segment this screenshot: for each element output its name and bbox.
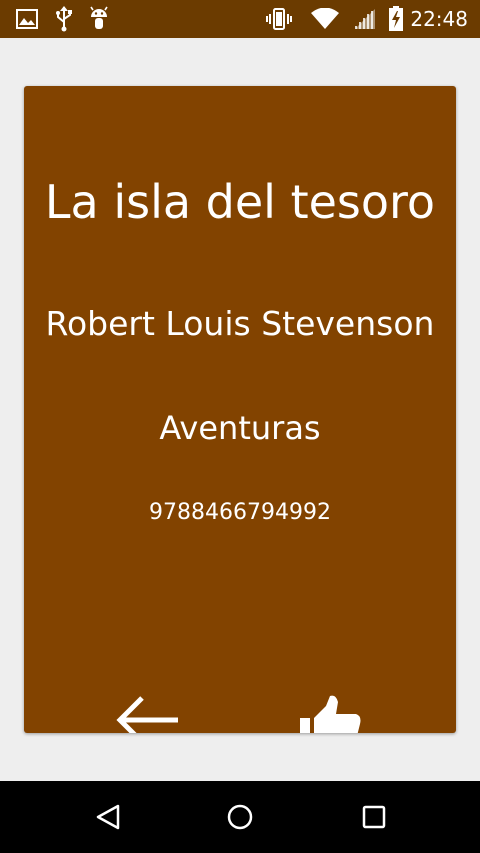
back-triangle-icon (96, 804, 120, 830)
home-circle-icon (227, 804, 253, 830)
book-genre: Aventuras (159, 409, 321, 447)
back-button[interactable] (112, 690, 182, 733)
book-title: La isla del tesoro (44, 175, 436, 229)
navigation-bar (0, 781, 480, 853)
battery-charging-icon (388, 0, 404, 38)
android-debug-icon (88, 0, 110, 38)
recents-square-icon (362, 805, 386, 829)
book-author: Robert Louis Stevenson (45, 304, 435, 343)
thumbs-up-icon (300, 695, 361, 733)
nav-recents-button[interactable] (334, 781, 414, 853)
usb-icon (54, 0, 74, 38)
vibrate-icon (266, 0, 292, 38)
status-bar: 22:48 (0, 0, 480, 38)
book-card: La isla del tesoro Robert Louis Stevenso… (24, 86, 456, 733)
nav-back-button[interactable] (68, 781, 148, 853)
arrow-left-icon (116, 696, 178, 733)
like-button[interactable] (296, 690, 366, 733)
nav-home-button[interactable] (200, 781, 280, 853)
wifi-icon (311, 0, 339, 38)
book-isbn: 9788466794992 (149, 500, 331, 525)
status-time: 22:48 (410, 7, 468, 31)
signal-icon (354, 0, 376, 38)
image-icon (16, 0, 38, 38)
